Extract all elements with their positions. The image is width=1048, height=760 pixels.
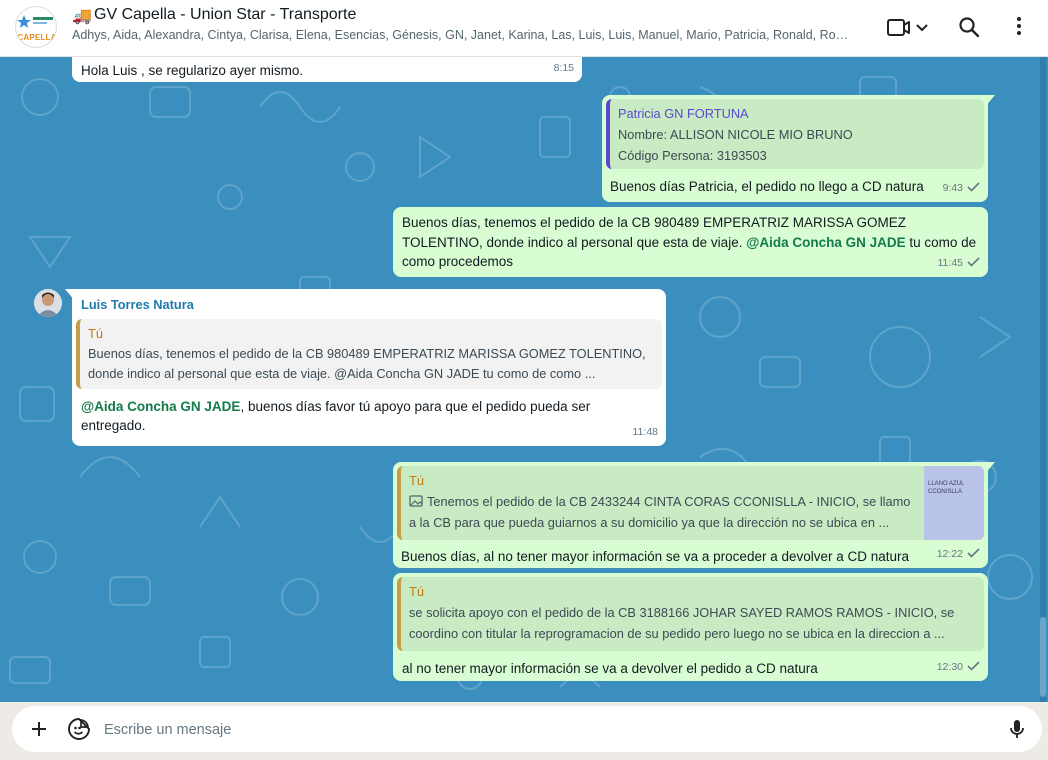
message-time-text: 11:45 — [937, 256, 964, 269]
composer-bar — [0, 702, 1048, 760]
search-icon[interactable] — [956, 14, 984, 42]
sent-check-icon — [967, 660, 980, 671]
quoted-message[interactable]: Tú Buenos días, tenemos el pedido de la … — [76, 318, 662, 389]
message-time-text: 12:30 — [936, 660, 963, 673]
message-time-text: 12:22 — [936, 547, 963, 560]
message-text: Hola Luis , se regularizo ayer mismo. — [81, 63, 304, 78]
message-body: @Aida Concha GN JADE, buenos días favor … — [76, 389, 662, 436]
quoted-text-line: Código Persona: 3193503 — [618, 148, 767, 163]
composer — [12, 706, 1042, 752]
message-text: Buenos días Patricia, el pedido no llego… — [610, 179, 924, 194]
group-avatar[interactable]: CAPELLA — [15, 6, 57, 48]
person-avatar-icon — [34, 289, 62, 317]
group-title[interactable]: 🚚 GV Capella - Union Star - Transporte — [72, 6, 356, 26]
message-time: 9:43 — [943, 179, 980, 199]
mention-link[interactable]: @Aida Concha GN JADE — [81, 399, 240, 414]
quoted-message[interactable]: Tú Tenemos el pedido de la CB 2433244 CI… — [397, 466, 984, 540]
quoted-author: Tú — [409, 473, 424, 488]
group-members[interactable]: Adhys, Aida, Alexandra, Cintya, Clarisa,… — [72, 28, 852, 42]
quoted-text: se solicita apoyo con el pedido de la CB… — [409, 605, 955, 641]
message-outgoing[interactable]: Buenos días, tenemos el pedido de la CB … — [393, 207, 988, 277]
message-body: Buenos días, tenemos el pedido de la CB … — [402, 213, 980, 272]
message-input[interactable] — [104, 719, 984, 741]
message-time-text: 9:43 — [942, 181, 963, 194]
plus-attach-icon[interactable] — [27, 717, 51, 741]
microphone-icon[interactable] — [1005, 717, 1029, 741]
image-icon — [409, 495, 423, 507]
quoted-image-thumbnail[interactable]: LLANO AZUL CCONISLLA — [924, 466, 984, 540]
mention-link[interactable]: @Aida Concha GN JADE — [746, 235, 905, 250]
quoted-text-block: Tenemos el pedido de la CB 2433244 CINTA… — [409, 491, 914, 533]
message-text: Buenos días, al no tener mayor informaci… — [401, 549, 910, 564]
thumbnail-text: CCONISLLA — [928, 489, 963, 495]
sender-name[interactable]: Luis Torres Natura — [76, 295, 662, 315]
group-logo-text: CAPELLA — [17, 33, 57, 42]
message-text: al no tener mayor información se va a de… — [402, 661, 818, 676]
chat-area[interactable]: Hola Luis , se regularizo ayer mismo. 8:… — [0, 57, 1048, 702]
message-outgoing[interactable]: Tú Tenemos el pedido de la CB 2433244 CI… — [393, 462, 995, 568]
quoted-author: Tú — [409, 584, 424, 599]
chat-header[interactable]: CAPELLA 🚚 GV Capella - Union Star - Trans… — [0, 0, 1048, 57]
bubble-tail — [985, 95, 995, 107]
bubble-tail — [65, 289, 75, 301]
group-title-text: GV Capella - Union Star - Transporte — [94, 6, 357, 23]
bubble-tail — [985, 462, 995, 474]
message-time: 12:22 — [937, 545, 980, 565]
quoted-text: Buenos días, tenemos el pedido de la CB … — [88, 345, 646, 382]
quoted-message[interactable]: Patricia GN FORTUNA Nombre: ALLISON NICO… — [606, 99, 984, 169]
message-time: 11:45 — [938, 254, 981, 274]
quoted-author: Tú — [88, 325, 103, 341]
truck-icon: 🚚 — [72, 8, 92, 25]
message-incoming[interactable]: Luis Torres Natura Tú Buenos días, tenem… — [65, 289, 666, 446]
sticker-emoji-icon[interactable] — [67, 717, 91, 741]
video-call-icon[interactable] — [884, 14, 932, 42]
message-time: 8:15 — [553, 61, 574, 74]
message-time: 11:48 — [632, 425, 659, 438]
message-incoming[interactable]: Hola Luis , se regularizo ayer mismo. 8:… — [72, 57, 582, 82]
group-logo-icon — [17, 15, 53, 28]
sender-avatar[interactable] — [34, 289, 62, 317]
quoted-text: Tenemos el pedido de la CB 2433244 CINTA… — [409, 494, 911, 530]
message-time: 12:30 — [937, 658, 980, 678]
message-outgoing[interactable]: Tú se solicita apoyo con el pedido de la… — [393, 573, 988, 681]
sent-check-icon — [967, 181, 980, 192]
quoted-author: Patricia GN FORTUNA — [618, 106, 749, 121]
quoted-message[interactable]: Tú se solicita apoyo con el pedido de la… — [397, 577, 984, 651]
message-outgoing[interactable]: Patricia GN FORTUNA Nombre: ALLISON NICO… — [602, 95, 995, 202]
chat-scrollbar[interactable] — [1038, 57, 1048, 702]
menu-dots-icon[interactable] — [1005, 14, 1033, 42]
sent-check-icon — [967, 547, 980, 558]
quoted-text-line: Nombre: ALLISON NICOLE MIO BRUNO — [618, 127, 853, 142]
thumbnail-text: LLANO AZUL — [928, 481, 965, 487]
sent-check-icon — [967, 256, 980, 267]
